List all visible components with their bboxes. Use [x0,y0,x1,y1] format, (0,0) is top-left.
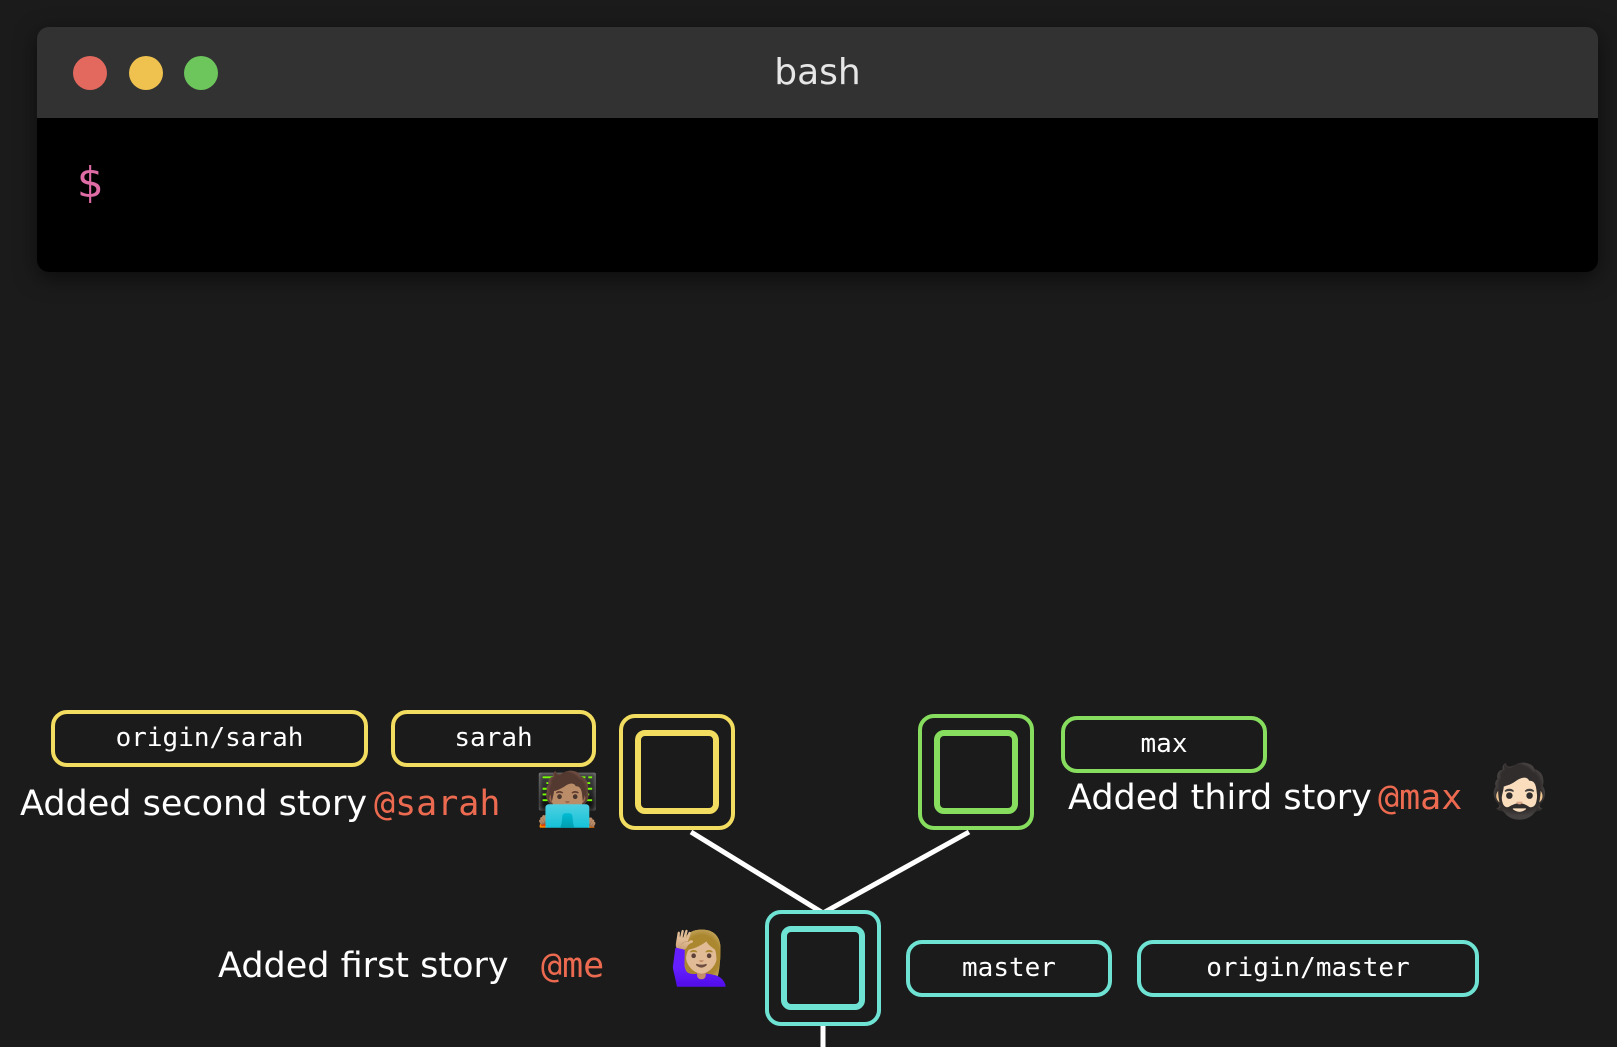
ref-sarah: sarah [391,710,596,767]
commit-node-sarah[interactable] [619,714,735,830]
slide-canvas: bash $ origin/sarah sarah Added second s… [0,0,1617,1047]
commit-node-root[interactable] [765,910,881,1026]
woman-technologist-icon: 🧑🏽‍💻 [535,770,600,830]
commit-graph-edges [689,829,971,1047]
woman-raising-hand-icon: 🙋🏼‍♀️ [669,929,734,989]
commit-message-root: Added first story [218,946,509,986]
ref-master: master [906,940,1112,997]
commit-author-max: @max [1378,778,1463,818]
commit-node-max[interactable] [918,714,1034,830]
edge-root-to-sarah [689,829,825,916]
commit-message-max: Added third story [1068,778,1372,818]
ref-max: max [1061,716,1267,773]
bearded-man-icon: 🧔🏻 [1487,762,1552,822]
ref-origin-sarah: origin/sarah [51,710,368,767]
edge-root-to-max [821,829,971,916]
ref-origin-master: origin/master [1137,940,1479,997]
commit-message-sarah: Added second story [20,784,368,824]
commit-author-sarah: @sarah [374,784,501,824]
commit-author-root: @me [541,946,605,986]
